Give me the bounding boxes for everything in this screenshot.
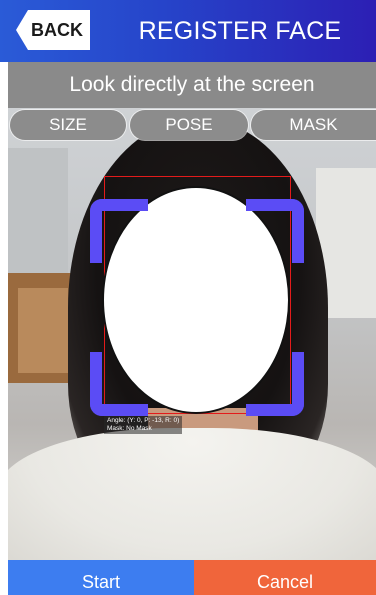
- guide-corner-top-left: [90, 199, 148, 263]
- page-title: REGISTER FACE: [138, 17, 342, 45]
- back-button[interactable]: BACK: [16, 10, 90, 50]
- guide-corner-bottom-left: [90, 352, 148, 416]
- guide-corner-bottom-right: [246, 352, 304, 416]
- angle-text: Angle: (Y: 0, P: -13, R: 0): [107, 417, 180, 424]
- check-tabs: SIZE POSE MASK: [8, 110, 376, 140]
- tab-size[interactable]: SIZE: [10, 110, 126, 140]
- guide-corner-top-right: [246, 199, 304, 263]
- tab-pose[interactable]: POSE: [130, 110, 248, 140]
- instruction-banner: Look directly at the screen: [8, 62, 376, 108]
- background-shelf-inner: [18, 288, 68, 373]
- cancel-button[interactable]: Cancel: [194, 560, 376, 595]
- mask-text: Mask: No Mask: [107, 425, 152, 432]
- start-button[interactable]: Start: [8, 560, 194, 595]
- camera-preview: Angle: (Y: 0, P: -13, R: 0) Mask: No Mas…: [8, 108, 376, 560]
- person-shirt: [8, 428, 376, 560]
- angle-readout: Angle: (Y: 0, P: -13, R: 0) Mask: No Mas…: [104, 416, 183, 434]
- tab-mask[interactable]: MASK: [251, 110, 376, 140]
- app-header: BACK REGISTER FACE: [0, 0, 376, 62]
